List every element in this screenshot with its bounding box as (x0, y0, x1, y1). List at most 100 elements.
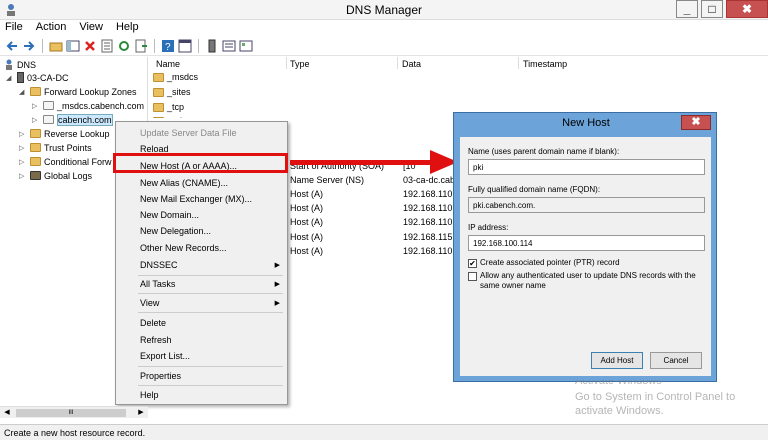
menu-help[interactable]: Help (116, 20, 139, 36)
collapse-icon[interactable]: ◢ (6, 74, 14, 82)
show-tree-icon[interactable] (66, 39, 80, 53)
window-title: DNS Manager (345, 3, 423, 17)
menu-item-refresh[interactable]: Refresh (140, 335, 172, 345)
menu-item-new-mail-exchanger[interactable]: New Mail Exchanger (MX)... (140, 194, 252, 204)
menu-item-help[interactable]: Help (140, 390, 159, 400)
menu-item-delete[interactable]: Delete (140, 318, 166, 328)
list-item[interactable]: _tcp (153, 102, 184, 112)
expand-icon[interactable]: ▷ (32, 102, 40, 110)
list-item[interactable]: _sites (153, 87, 191, 97)
delete-icon[interactable] (83, 39, 97, 53)
host-name-input[interactable]: pki (468, 159, 705, 175)
ip-address-input[interactable]: 192.168.100.114 (468, 235, 705, 251)
menu-divider (138, 312, 283, 313)
dialog-close-button[interactable]: ✖ (681, 115, 711, 130)
column-divider[interactable] (397, 57, 398, 69)
tree-item-global-logs[interactable]: ▷ Global Logs (19, 169, 92, 182)
expand-icon[interactable]: ▷ (32, 116, 40, 124)
column-type[interactable]: Type (290, 59, 310, 69)
menu-item-dnssec[interactable]: DNSSEC (140, 260, 178, 270)
close-button[interactable]: ✖ (726, 0, 768, 18)
folder-icon (30, 87, 41, 96)
column-timestamp[interactable]: Timestamp (523, 59, 567, 69)
horizontal-scrollbar[interactable]: ◀ III ▶ (0, 406, 148, 418)
filter-icon[interactable] (239, 39, 253, 53)
export-list-icon[interactable] (134, 39, 148, 53)
folder-icon (153, 102, 164, 112)
column-divider[interactable] (518, 57, 519, 69)
menu-item-other-new-records[interactable]: Other New Records... (140, 243, 227, 253)
toolbar-divider (198, 38, 199, 53)
record-data: 192.168.110.5 (403, 203, 460, 213)
expand-icon[interactable]: ▷ (19, 130, 27, 138)
scroll-right-icon[interactable]: ▶ (136, 408, 146, 418)
expand-icon[interactable]: ▷ (19, 172, 27, 180)
expand-icon[interactable]: ▷ (19, 144, 27, 152)
maximize-button[interactable]: □ (701, 0, 723, 18)
list-header: Name Type Data Timestamp (150, 57, 768, 71)
menu-item-new-alias[interactable]: New Alias (CNAME)... (140, 178, 228, 188)
add-host-button[interactable]: Add Host (591, 352, 643, 369)
scroll-thumb[interactable]: III (16, 409, 126, 417)
record-data: 03-ca-dc.cab (403, 175, 456, 185)
record-type: Name Server (NS) (290, 175, 365, 185)
scroll-left-icon[interactable]: ◀ (2, 408, 12, 418)
toolbar-divider (154, 38, 155, 53)
cancel-button[interactable]: Cancel (650, 352, 702, 369)
tree-item-cabench-zone[interactable]: ▷ cabench.com (32, 113, 113, 126)
tree-item-trust-points[interactable]: ▷ Trust Points (19, 141, 92, 154)
menu-action[interactable]: Action (36, 20, 67, 36)
record-data: 192.168.110.5 (403, 189, 460, 199)
up-folder-icon[interactable] (49, 39, 63, 53)
tree-label: Trust Points (44, 142, 92, 153)
folder-icon (153, 72, 164, 82)
folder-icon (30, 143, 41, 152)
menu-item-view[interactable]: View (140, 298, 159, 308)
server-icon[interactable] (205, 39, 219, 53)
tree-item-forward-lookup-zones[interactable]: ◢ Forward Lookup Zones (19, 85, 137, 98)
back-icon[interactable] (5, 39, 19, 53)
list-item[interactable]: _msdcs (153, 72, 198, 82)
tree-item-dns[interactable]: DNS (4, 58, 36, 71)
menu-item-new-delegation[interactable]: New Delegation... (140, 226, 211, 236)
menu-item-properties[interactable]: Properties (140, 371, 181, 381)
menu-item-export-list[interactable]: Export List... (140, 351, 190, 361)
tree-label: Reverse Lookup (44, 128, 110, 139)
activation-watermark-text: Go to System in Control Panel to (575, 391, 736, 403)
tree-item-server[interactable]: ◢ 03-CA-DC (6, 71, 69, 84)
console-icon[interactable] (178, 39, 192, 53)
dns-icon (6, 59, 12, 70)
record-type: Host (A) (290, 189, 324, 199)
tree-label: DNS (17, 59, 37, 70)
menu-file[interactable]: File (5, 20, 23, 36)
forward-icon[interactable] (22, 39, 36, 53)
ptr-record-checkbox[interactable]: ✔ (468, 259, 477, 268)
allow-auth-update-checkbox[interactable] (468, 272, 477, 281)
folder-icon (30, 157, 41, 166)
column-name[interactable]: Name (156, 59, 180, 69)
properties-icon[interactable] (100, 39, 114, 53)
menu-item-all-tasks[interactable]: All Tasks (140, 279, 175, 289)
toolbar-divider (42, 38, 43, 53)
submenu-arrow-icon: ▶ (274, 262, 280, 269)
submenu-arrow-icon: ▶ (274, 281, 280, 288)
menu-bar: File Action View Help (0, 20, 768, 36)
server-icon (17, 72, 24, 83)
record-data: 192.168.110.5 (403, 217, 460, 227)
help-icon[interactable]: ? (161, 39, 175, 53)
tree-item-msdcs-zone[interactable]: ▷ _msdcs.cabench.com (32, 99, 144, 112)
minimize-button[interactable]: _ (676, 0, 698, 18)
column-data[interactable]: Data (402, 59, 421, 69)
record-data: 192.168.115.1 (403, 232, 460, 242)
menu-item-update-server-data-file[interactable]: Update Server Data File (140, 128, 237, 138)
list-icon[interactable] (222, 39, 236, 53)
dialog-body: Name (uses parent domain name if blank):… (460, 137, 711, 376)
refresh-icon[interactable] (117, 39, 131, 53)
menu-view[interactable]: View (79, 20, 103, 36)
menu-item-new-domain[interactable]: New Domain... (140, 210, 199, 220)
column-divider[interactable] (286, 57, 287, 69)
tree-item-reverse-lookup-zones[interactable]: ▷ Reverse Lookup (19, 127, 110, 140)
tree-item-conditional-forwarders[interactable]: ▷ Conditional Forw (19, 155, 112, 168)
expand-icon[interactable]: ▷ (19, 158, 27, 166)
collapse-icon[interactable]: ◢ (19, 88, 27, 96)
